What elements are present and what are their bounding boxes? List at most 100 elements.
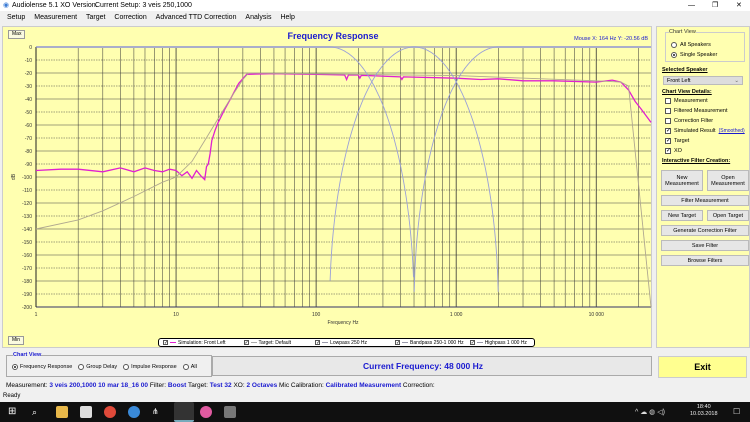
- detail-checkbox-xo[interactable]: ✓ XO: [665, 148, 682, 154]
- chart-view-option-all[interactable]: All: [182, 364, 197, 370]
- filter-measurement-button[interactable]: Filter Measurement: [661, 195, 749, 206]
- y-tick-label: -170: [22, 266, 32, 272]
- chart-panel: Max Min Frequency Response Mouse X: 164 …: [2, 26, 652, 348]
- xo-key: XO:: [233, 382, 245, 389]
- legend-swatch: [322, 341, 329, 344]
- checkbox-icon: [665, 98, 671, 104]
- app-icon: ◉: [3, 2, 10, 9]
- chart-view-group: Chart View All Speakers Single Speaker: [665, 29, 745, 62]
- chart-view-option-frequency-response[interactable]: Frequency Response: [12, 364, 72, 370]
- selected-speaker-heading: Selected Speaker: [662, 67, 708, 73]
- legend-item[interactable]: ✓ Simulation: Front Left: [163, 340, 226, 346]
- menu-setup[interactable]: Setup: [7, 14, 25, 21]
- y-tick-label: -140: [22, 227, 32, 233]
- generate-correction-filter-button[interactable]: Generate Correction Filter: [661, 225, 749, 236]
- detail-label: Correction Filter: [674, 118, 714, 124]
- chart-view-option-impulse-response[interactable]: Impulse Response: [123, 364, 177, 370]
- frequency-response-chart[interactable]: Frequency Response Mouse X: 164 Hz Y: -2…: [3, 27, 653, 349]
- all-speakers-label: All Speakers: [680, 42, 711, 48]
- detail-checkbox-filtered-measurement[interactable]: Filtered Measurement: [665, 108, 728, 114]
- restore-button[interactable]: ❐: [712, 0, 718, 11]
- measurement-value: 3 veis 200,1000 10 mar 18_16 00: [49, 382, 149, 389]
- radio-selected-icon: [671, 52, 677, 58]
- legend-item[interactable]: ✓ Bandpass 250-1 000 Hz: [395, 340, 464, 346]
- speaker-select[interactable]: Front Left ⌄: [663, 76, 743, 85]
- browse-filters-button[interactable]: Browse Filters: [661, 255, 749, 266]
- x-axis-label: Frequency Hz: [327, 320, 359, 326]
- status-text: Ready: [3, 393, 21, 399]
- detail-label: Simulated Result: [674, 128, 716, 134]
- menu-correction[interactable]: Correction: [114, 14, 146, 21]
- save-filter-button[interactable]: Save Filter: [661, 240, 749, 251]
- menu-measurement[interactable]: Measurement: [34, 14, 77, 21]
- notifications-icon[interactable]: ☐: [733, 407, 740, 416]
- smoothed-link[interactable]: (Smoothed): [719, 128, 745, 134]
- y-tick-label: 0: [29, 45, 32, 51]
- radio-icon: [78, 364, 85, 370]
- tray-icons[interactable]: ^ ☁ ◍ ◁): [635, 408, 665, 416]
- filter-creation-heading: Interactive Filter Creation:: [662, 158, 731, 164]
- menu-target[interactable]: Target: [86, 14, 105, 21]
- open-target-button[interactable]: Open Target: [707, 210, 749, 221]
- media-icon[interactable]: [128, 406, 140, 418]
- minimize-button[interactable]: —: [688, 0, 695, 11]
- detail-label: Target: [674, 138, 690, 144]
- network-app-icon[interactable]: ⋔: [152, 406, 164, 418]
- series-lowpass-250-hz: [36, 46, 414, 278]
- clock[interactable]: 18:40 10.03.2018: [690, 404, 718, 418]
- menu-bar: Setup Measurement Target Correction Adva…: [0, 11, 750, 24]
- radio-icon: [123, 364, 130, 370]
- current-setup: Current Setup: 3 veis 250,1000: [95, 2, 192, 9]
- x-tick-label: 10: [173, 312, 179, 318]
- detail-checkbox-simulated-result[interactable]: ✓ Simulated Result (Smoothed): [665, 128, 745, 134]
- mic-value: Calibrated Measurement: [325, 382, 402, 389]
- single-speaker-radio[interactable]: Single Speaker: [671, 52, 717, 58]
- mail-icon[interactable]: [80, 406, 92, 418]
- chart-view-option-group-delay[interactable]: Group Delay: [78, 364, 117, 370]
- windows-start-icon[interactable]: ⊞: [8, 406, 20, 418]
- chart-view-group-label: Chart View: [669, 29, 696, 35]
- itunes-icon[interactable]: [200, 406, 212, 418]
- chart-view-label: Chart View: [13, 352, 42, 358]
- checkbox-icon: [665, 108, 671, 114]
- audiolense-taskbar-icon[interactable]: [174, 402, 194, 422]
- option-label: Frequency Response: [20, 364, 73, 370]
- y-tick-label: -70: [25, 136, 32, 142]
- open-measurement-button[interactable]: Open Measurement: [707, 170, 749, 191]
- file-explorer-icon[interactable]: [56, 406, 68, 418]
- correction-key: Correction:: [402, 382, 435, 389]
- detail-label: Filtered Measurement: [674, 108, 728, 114]
- chrome-icon[interactable]: [104, 406, 116, 418]
- search-icon[interactable]: ⌕: [32, 406, 44, 418]
- y-tick-label: -120: [22, 201, 32, 207]
- legend-item[interactable]: ✓ Target: Default: [243, 340, 291, 346]
- detail-checkbox-correction-filter[interactable]: Correction Filter: [665, 118, 713, 124]
- new-measurement-button[interactable]: New Measurement: [661, 170, 703, 191]
- legend-swatch: [402, 341, 409, 344]
- y-tick-label: -10: [25, 58, 32, 64]
- legend-item[interactable]: ✓ Highpass 1 000 Hz: [469, 340, 527, 346]
- app-icon-taskbar[interactable]: [224, 406, 236, 418]
- all-speakers-radio[interactable]: All Speakers: [671, 42, 711, 48]
- legend-item[interactable]: ✓ Lowpass 250 Hz: [315, 340, 367, 346]
- menu-help[interactable]: Help: [280, 14, 294, 21]
- y-tick-label: -40: [25, 97, 32, 103]
- y-tick-label: -150: [22, 240, 32, 246]
- legend-swatch: [170, 341, 176, 344]
- option-label: All: [190, 364, 197, 370]
- chart-title: Frequency Response: [287, 31, 378, 41]
- new-target-button[interactable]: New Target: [661, 210, 703, 221]
- close-button[interactable]: ✕: [736, 0, 742, 11]
- menu-advanced-ttd[interactable]: Advanced TTD Correction: [156, 14, 237, 21]
- menu-analysis[interactable]: Analysis: [245, 14, 271, 21]
- detail-checkbox-measurement[interactable]: Measurement: [665, 98, 708, 104]
- x-tick-label: 100: [312, 312, 321, 318]
- speaker-select-value: Front Left: [667, 78, 691, 84]
- detail-checkbox-target[interactable]: ✓ Target: [665, 138, 689, 144]
- legend-label: Lowpass 250 Hz: [330, 339, 368, 346]
- exit-button[interactable]: Exit: [658, 356, 747, 378]
- chart-legend: ✓ Simulation: Front Left ✓ Target: Default ✓…: [158, 338, 535, 347]
- taskbar: ⊞ ⌕ ⋔ ^ ☁ ◍ ◁) 18:40 10.03.2018 ☐: [0, 402, 750, 422]
- title-bar: ◉ Audiolense 5.1 XO Version. Current Set…: [0, 0, 750, 11]
- option-label: Group Delay: [86, 364, 118, 370]
